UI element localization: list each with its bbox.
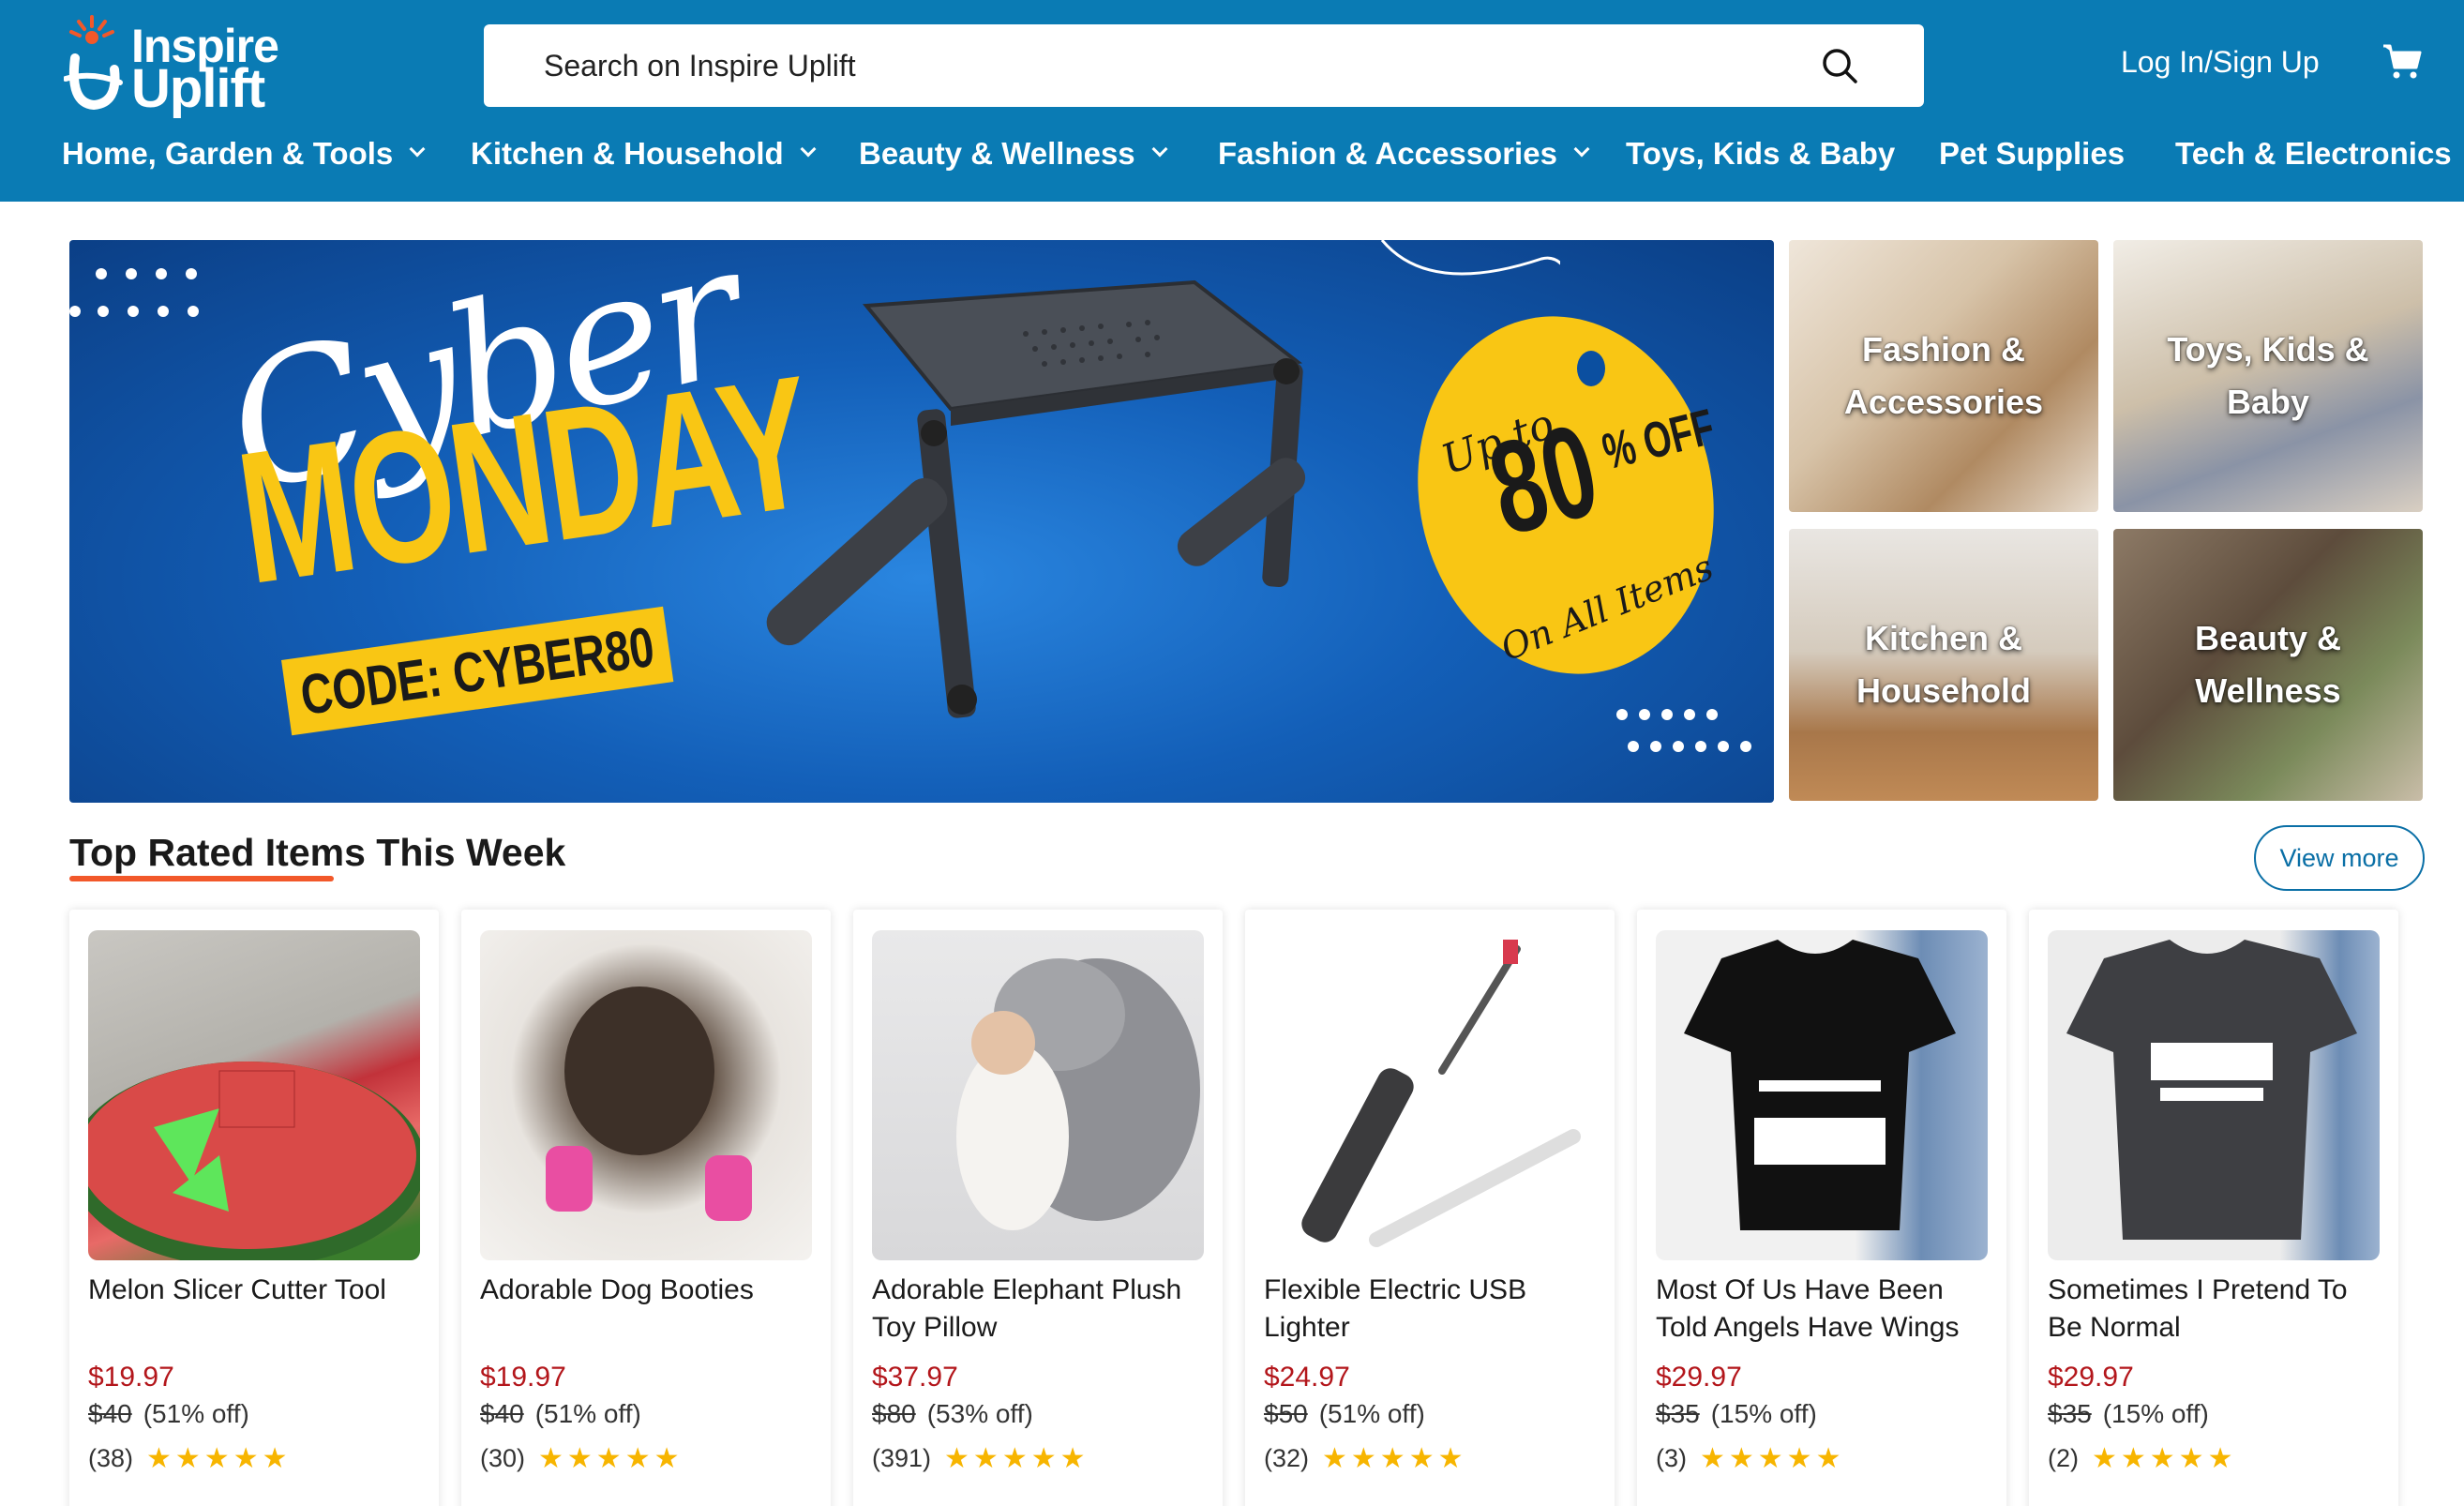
nav-item-fashion-accessories[interactable]: Fashion & Accessories [1218, 129, 1590, 178]
product-review-count: (2) [2048, 1444, 2079, 1472]
product-title[interactable]: Flexible Electric USB Lighter [1264, 1272, 1601, 1347]
logo-text-line2: Uplift [131, 58, 265, 119]
product-image-angels-wings-shirt[interactable] [1656, 930, 1988, 1260]
logo-mark-icon [64, 15, 123, 111]
nav-item-pet-supplies[interactable]: Pet Supplies [1939, 129, 2125, 178]
product-price: $29.97 [2048, 1362, 2134, 1393]
product-old-price: $80 [872, 1399, 916, 1428]
product-review-count: (32) [1264, 1444, 1310, 1472]
section-underline [69, 876, 334, 881]
search-icon[interactable] [1821, 47, 1858, 84]
product-old-price: $35 [1656, 1399, 1700, 1428]
star-rating-icon: ★★★★★ [538, 1443, 684, 1474]
product-card[interactable]: Flexible Electric USB Lighter $24.97 $50… [1245, 910, 1615, 1506]
product-image-dog-booties[interactable] [480, 930, 812, 1260]
product-title[interactable]: Adorable Dog Booties [480, 1272, 818, 1309]
nav-item-home-garden-tools[interactable]: Home, Garden & Tools [62, 129, 426, 178]
product-image-elephant-pillow[interactable] [872, 930, 1204, 1260]
star-rating-icon: ★★★★★ [1700, 1443, 1845, 1474]
product-price: $37.97 [872, 1362, 958, 1393]
star-rating-icon: ★★★★★ [1322, 1443, 1467, 1474]
nav-item-tech-electronics[interactable]: Tech & Electronics [2175, 129, 2452, 178]
product-price: $19.97 [480, 1362, 566, 1393]
product-image-pretend-normal-shirt[interactable] [2048, 930, 2380, 1260]
category-tile-kitchen-household[interactable]: Kitchen & Household [1789, 529, 2098, 801]
star-rating-icon: ★★★★★ [2092, 1443, 2237, 1474]
product-discount: (51% off) [534, 1399, 641, 1428]
cart-icon[interactable] [2381, 41, 2423, 83]
tshirt-icon [2066, 940, 2357, 1240]
product-discount: (51% off) [143, 1399, 249, 1428]
dog-booties-icon [546, 986, 752, 1221]
product-review-count: (30) [480, 1444, 526, 1472]
category-nav: Home, Garden & Tools Kitchen & Household… [0, 129, 2464, 186]
section-title: Top Rated Items This Week [69, 831, 566, 874]
site-header: Inspire Uplift Log In/Sign Up Home, Gard… [0, 0, 2464, 202]
product-card[interactable]: Adorable Dog Booties $19.97 $40 (51% off)… [461, 910, 831, 1506]
chevron-down-icon [800, 141, 817, 158]
product-price: $24.97 [1264, 1362, 1350, 1393]
usb-lighter-icon [1301, 940, 1581, 1247]
product-review-count: (3) [1656, 1444, 1687, 1472]
search-input[interactable] [544, 24, 1763, 107]
view-more-button[interactable]: View more [2254, 825, 2425, 891]
product-title[interactable]: Sometimes I Pretend To Be Normal [2048, 1272, 2385, 1347]
star-rating-icon: ★★★★★ [146, 1443, 292, 1474]
product-old-price: $50 [1264, 1399, 1308, 1428]
product-old-price: $40 [88, 1399, 132, 1428]
category-tile-beauty-wellness[interactable]: Beauty & Wellness [2113, 529, 2423, 801]
product-image-usb-lighter[interactable] [1264, 930, 1596, 1260]
nav-item-toys-kids-baby[interactable]: Toys, Kids & Baby [1626, 129, 1895, 178]
product-review-count: (391) [872, 1444, 932, 1472]
hero-promo-code: CODE: CYBER80 [281, 606, 674, 736]
product-title[interactable]: Melon Slicer Cutter Tool [88, 1272, 426, 1309]
star-rating-icon: ★★★★★ [944, 1443, 1089, 1474]
chevron-down-icon [1573, 141, 1590, 158]
product-review-count: (38) [88, 1444, 134, 1472]
search-bar [484, 24, 1924, 107]
category-tile-fashion-accessories[interactable]: Fashion & Accessories [1789, 240, 2098, 512]
product-title[interactable]: Most Of Us Have Been Told Angels Have Wi… [1656, 1272, 1993, 1347]
product-image-melon-slicer[interactable] [88, 930, 420, 1260]
hero-banner[interactable]: Cyber MONDAY CODE: CYBER80 Up to 80 % OF… [69, 240, 1774, 803]
elephant-pillow-icon [956, 958, 1200, 1230]
login-signup-link[interactable]: Log In/Sign Up [2121, 45, 2320, 80]
product-title[interactable]: Adorable Elephant Plush Toy Pillow [872, 1272, 1209, 1347]
product-card[interactable]: Melon Slicer Cutter Tool $19.97 $40 (51% … [69, 910, 439, 1506]
product-discount: (53% off) [926, 1399, 1033, 1428]
melon-slicer-icon [88, 1062, 420, 1260]
product-card[interactable]: Adorable Elephant Plush Toy Pillow $37.9… [853, 910, 1223, 1506]
product-old-price: $35 [2048, 1399, 2092, 1428]
tag-hole [1577, 351, 1605, 386]
category-tile-toys-kids-baby[interactable]: Toys, Kids & Baby [2113, 240, 2423, 512]
product-old-price: $40 [480, 1399, 524, 1428]
product-discount: (15% off) [1710, 1399, 1817, 1428]
product-discount: (51% off) [1318, 1399, 1425, 1428]
product-price: $29.97 [1656, 1362, 1742, 1393]
nav-item-beauty-wellness[interactable]: Beauty & Wellness [859, 129, 1168, 178]
logo[interactable]: Inspire Uplift [64, 13, 298, 118]
product-card[interactable]: Most Of Us Have Been Told Angels Have Wi… [1637, 910, 2006, 1506]
nav-item-kitchen-household[interactable]: Kitchen & Household [471, 129, 817, 178]
product-discount: (15% off) [2102, 1399, 2209, 1428]
product-price: $19.97 [88, 1362, 174, 1393]
product-card[interactable]: Sometimes I Pretend To Be Normal $29.97 … [2029, 910, 2398, 1506]
tshirt-icon [1684, 940, 1956, 1230]
chevron-down-icon [409, 141, 426, 158]
chevron-down-icon [1151, 141, 1168, 158]
